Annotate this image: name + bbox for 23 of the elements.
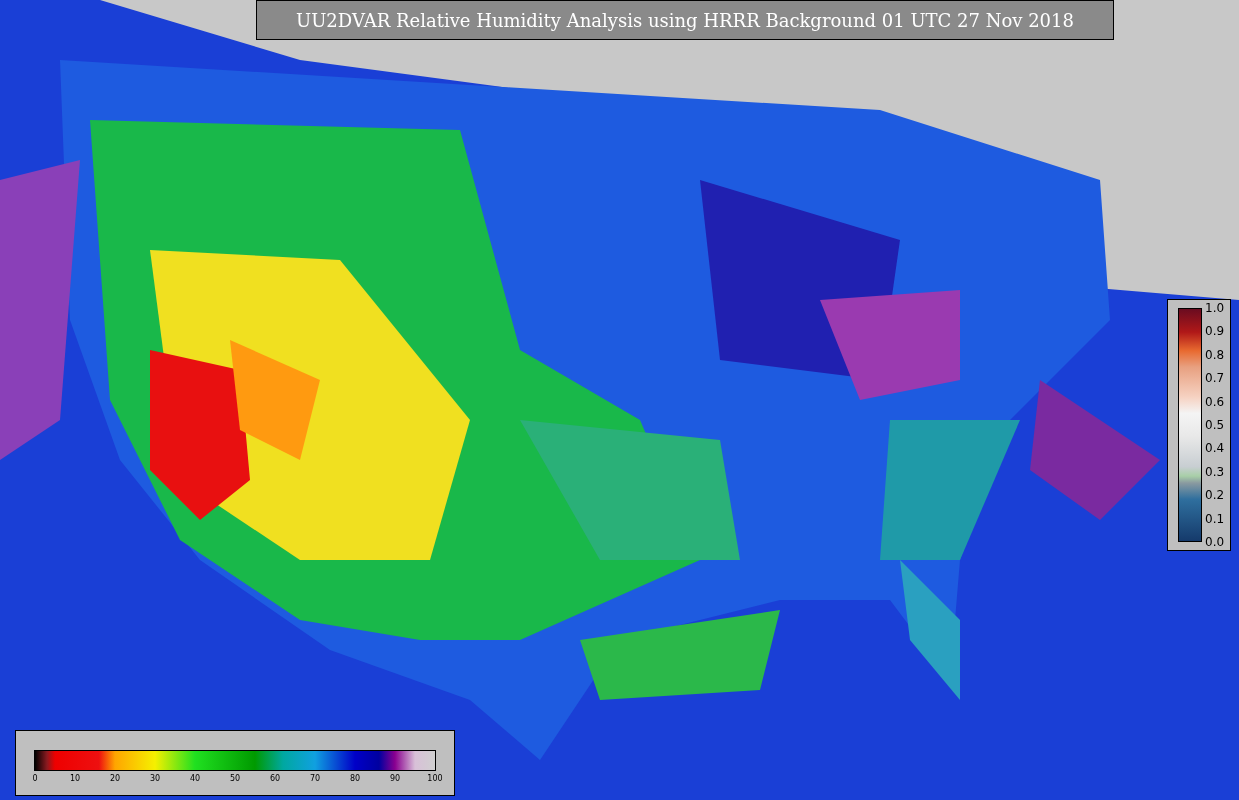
scale-label: 0.3: [1205, 465, 1225, 478]
scale-label: 0: [31, 774, 39, 784]
scale-label: 0.4: [1205, 442, 1225, 455]
scale-label: 0.7: [1205, 372, 1225, 385]
scale-label: 90: [388, 774, 402, 784]
scale-label: 20: [108, 774, 122, 784]
scale-label: 0.2: [1205, 489, 1225, 502]
scale-label: 50: [228, 774, 242, 784]
scale-label: 30: [148, 774, 162, 784]
scale-label: 0.6: [1205, 395, 1225, 408]
scale-label: 80: [348, 774, 362, 784]
scale-label: 0.9: [1205, 325, 1225, 338]
scale-label: 60: [268, 774, 282, 784]
scale-label: 70: [308, 774, 322, 784]
scale-label: 0.8: [1205, 348, 1225, 361]
scale-label: 40: [188, 774, 202, 784]
scale-label: 0.1: [1205, 512, 1225, 525]
scale-label: 10: [68, 774, 82, 784]
map-title: UU2DVAR Relative Humidity Analysis using HRRR Background 01 UTC 27 Nov 2018: [256, 0, 1114, 40]
scale-label: 0.5: [1205, 418, 1225, 431]
scale-label: 0.0: [1205, 535, 1225, 548]
scale-label: 100: [426, 774, 444, 784]
scale-label: 1.0: [1205, 302, 1225, 314]
